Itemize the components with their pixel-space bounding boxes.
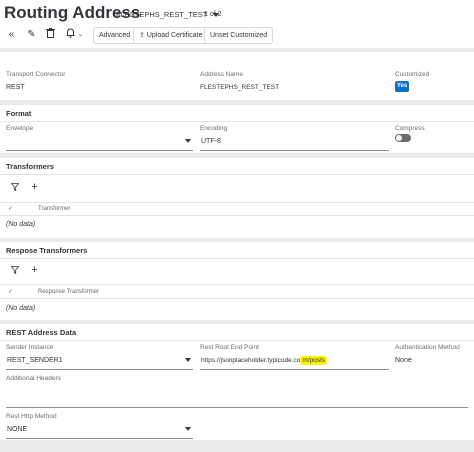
sender-instance-select[interactable]: REST_SENDER1 [6,353,193,370]
format-panel: Format Envelope Encoding UTF-8 Compress [0,105,474,153]
http-method-select[interactable]: NONE [6,422,193,439]
customized-label: Customized [395,71,430,78]
compress-label: Compress [395,125,425,132]
root-endpoint-label: Rest Root End Point [200,344,259,351]
upload-certificate-button[interactable]: ⇪ Upload Certificate [133,27,209,44]
http-method-value: NONE [7,426,28,433]
unset-customized-button[interactable]: Unset Customized [204,27,274,44]
filter-icon[interactable] [8,182,21,195]
edit-icon[interactable]: ✎ [25,28,38,41]
address-name-value: FLESTEPHS_REST_TEST [200,84,280,91]
transformers-empty-text: (No data) [6,221,36,228]
transport-connector-label: Transport Connector [6,71,66,78]
envelope-select[interactable] [6,134,193,151]
select-all-checkmark-icon[interactable]: ✓ [8,288,13,295]
root-endpoint-highlighted-text: m/posts [300,356,328,365]
format-section-title: Format [6,109,32,118]
summary-panel: Transport Connector REST Address Name FL… [0,52,474,100]
add-icon[interactable]: + [28,264,41,277]
chevron-down-icon [185,139,191,143]
upload-certificate-label: Upload Certificate [146,32,203,39]
add-icon[interactable]: + [28,181,41,194]
root-endpoint-field[interactable]: https://jsonplaceholder.typicode.co m/pos… [200,353,389,370]
encoding-value: UTF-8 [201,138,221,145]
auth-method-value: None [395,357,412,364]
pager-text: 1 of 2 [204,11,222,18]
http-method-label: Rest Http Method [6,413,57,420]
rest-address-panel: REST Address Data Sender Instance REST_S… [0,324,474,440]
upload-icon: ⇪ [139,32,145,39]
chevron-down-icon [185,358,191,362]
encoding-field[interactable]: UTF-8 [200,134,389,151]
transformers-panel: Transformers + ✓ Transformer (No data) [0,158,474,238]
response-transformers-empty-text: (No data) [6,305,36,312]
root-endpoint-value: https://jsonplaceholder.typicode.co m/pos… [201,356,328,365]
encoding-label: Encoding [200,125,228,132]
sender-instance-value: REST_SENDER1 [7,357,63,364]
envelope-label: Envelope [6,125,34,132]
rest-section-title: REST Address Data [6,328,77,337]
filter-icon[interactable] [8,265,21,278]
sender-instance-label: Sender Instance [6,344,54,351]
root-endpoint-text: https://jsonplaceholder.typicode.co [201,357,301,364]
chevron-down-icon[interactable]: ⌄ [74,28,87,41]
customized-badge: Yes [395,81,409,92]
context-name: FLESTEPHS_REST_TEST [116,10,208,19]
advanced-button[interactable]: Advanced [93,27,137,44]
chevron-down-icon [185,427,191,431]
select-all-checkmark-icon[interactable]: ✓ [8,205,13,212]
response-transformers-section-title: Respose Transformers [6,246,88,255]
header-panel: Routing Address FLESTEPHS_REST_TEST 1 of… [0,0,474,48]
transport-connector-value: REST [6,84,25,91]
compress-toggle[interactable] [395,134,411,142]
collapse-icon[interactable]: « [5,28,18,41]
transformers-section-title: Transformers [6,162,54,171]
delete-icon[interactable] [44,28,57,41]
additional-headers-field[interactable] [6,384,468,408]
additional-headers-label: Additional Headers [6,375,61,382]
address-name-label: Address Name [200,71,243,78]
transformer-column-header: Transformer [38,206,71,212]
toggle-knob [396,135,402,141]
response-transformer-column-header: Response Transformer [38,289,100,295]
response-transformers-panel: Respose Transformers + ✓ Response Transf… [0,242,474,320]
auth-method-label: Authentication Method [395,344,460,351]
